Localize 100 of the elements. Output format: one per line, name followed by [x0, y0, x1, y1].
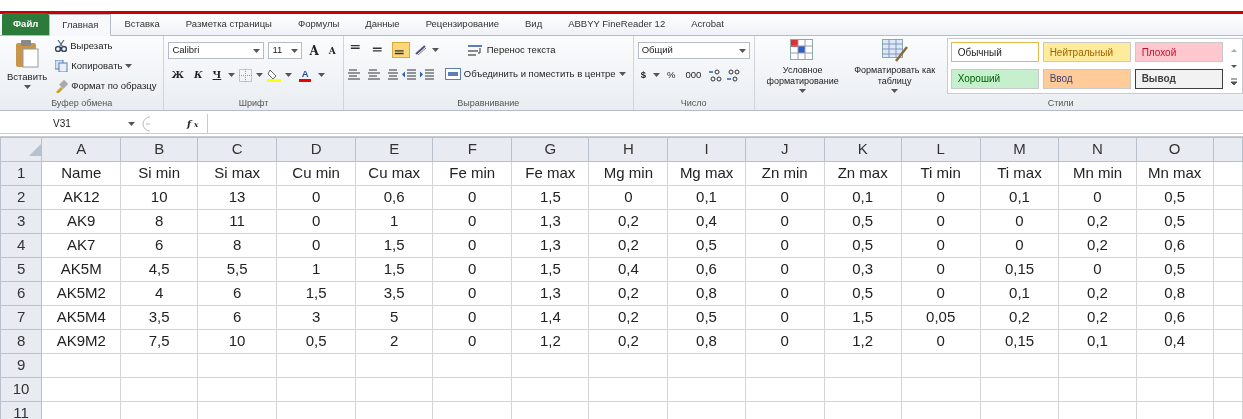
column-header[interactable]: C	[197, 137, 277, 161]
column-header[interactable]: J	[745, 137, 825, 161]
increase-indent-icon[interactable]	[419, 68, 434, 80]
cell-style-button[interactable]: Вывод	[1134, 68, 1223, 89]
font-size-field[interactable]: 11	[268, 42, 303, 59]
row-header[interactable]: 7	[0, 305, 42, 329]
ribbon-tab[interactable]: ABBYY FineReader 12	[555, 13, 679, 35]
conditional-formatting-button[interactable]: Условное форматирование	[758, 38, 847, 96]
row-header[interactable]: 10	[0, 377, 42, 401]
align-left-icon[interactable]	[347, 68, 362, 80]
shrink-font-button[interactable]: A	[325, 42, 339, 59]
dropdown-caret-icon[interactable]	[128, 121, 135, 126]
format-as-table-button[interactable]: Форматировать как таблицу	[850, 38, 939, 96]
cell-style-button[interactable]: Нейтральный	[1042, 42, 1131, 62]
dropdown-caret-icon[interactable]	[799, 89, 807, 93]
ribbon-tab[interactable]: Файл	[2, 13, 50, 35]
table-cell: 0,1	[980, 185, 1059, 209]
cell-style-button[interactable]: Ввод	[1042, 68, 1131, 89]
dropdown-caret-icon[interactable]	[125, 64, 133, 68]
grow-font-button[interactable]: A	[306, 42, 322, 59]
font-color-button[interactable]: A	[296, 67, 315, 83]
wrap-text-icon	[467, 43, 484, 57]
row-header[interactable]: 3	[0, 209, 42, 233]
column-header[interactable]: F	[432, 137, 512, 161]
dropdown-caret-icon[interactable]	[285, 73, 293, 77]
dropdown-caret-icon[interactable]	[291, 48, 299, 53]
bold-button[interactable]: Ж	[168, 67, 187, 83]
table-cell: Fe min	[432, 161, 512, 185]
align-center-icon[interactable]	[365, 68, 380, 80]
ribbon-tab[interactable]: Формулы	[284, 13, 353, 35]
row-header[interactable]: 2	[0, 185, 42, 209]
underline-button[interactable]: Ч	[209, 67, 225, 83]
copy-button[interactable]: Копировать	[52, 58, 160, 74]
table-cell: 1,3	[511, 233, 589, 257]
dropdown-caret-icon[interactable]	[891, 89, 899, 93]
dropdown-caret-icon[interactable]	[652, 73, 660, 77]
table-cell: 1,3	[511, 209, 589, 233]
dropdown-caret-icon[interactable]	[253, 48, 261, 53]
ribbon-tab[interactable]: Acrobat	[678, 13, 737, 35]
dropdown-caret-icon[interactable]	[318, 73, 326, 77]
dropdown-caret-icon[interactable]	[23, 85, 31, 89]
dropdown-caret-icon[interactable]	[256, 73, 264, 77]
column-header[interactable]: I	[667, 137, 746, 161]
decrease-indent-icon[interactable]	[401, 68, 416, 80]
dropdown-caret-icon[interactable]	[228, 73, 236, 77]
fill-color-icon[interactable]	[267, 68, 282, 82]
table-cell: 10	[197, 329, 277, 353]
ribbon-tab[interactable]: Данные	[352, 13, 413, 35]
table-cell: 0,4	[667, 209, 746, 233]
number-format-field[interactable]: Общий	[637, 42, 750, 59]
column-header[interactable]: G	[511, 137, 589, 161]
column-header[interactable]: K	[824, 137, 902, 161]
percent-button[interactable]: %	[663, 67, 679, 83]
column-header[interactable]: E	[355, 137, 433, 161]
dropdown-caret-icon[interactable]	[738, 48, 746, 53]
ribbon-tab[interactable]: Разметка страницы	[172, 13, 285, 35]
row-header[interactable]: 6	[0, 281, 42, 305]
ribbon-tab[interactable]: Вставка	[111, 13, 173, 35]
dropdown-caret-icon[interactable]	[431, 48, 439, 52]
italic-button[interactable]: К	[190, 67, 206, 83]
column-header[interactable]: L	[901, 137, 981, 161]
text-orientation-icon[interactable]	[413, 44, 428, 56]
thousands-button[interactable]: 000	[682, 67, 705, 83]
currency-button[interactable]: $	[637, 67, 649, 83]
column-header[interactable]: M	[980, 137, 1059, 161]
cut-button[interactable]: Вырезать	[52, 38, 160, 54]
ribbon-tab[interactable]: Рецензирование	[412, 13, 512, 35]
row-header[interactable]: 9	[0, 353, 42, 377]
column-header[interactable]: B	[120, 137, 198, 161]
cell-style-button[interactable]: Хороший	[950, 68, 1039, 89]
merge-center-button[interactable]: Объединить и поместить в центре	[441, 66, 629, 82]
cell-style-button[interactable]: Обычный	[950, 42, 1039, 62]
table-cell: AK9M2	[41, 329, 121, 353]
row-header[interactable]: 4	[0, 233, 42, 257]
row-header[interactable]: 5	[0, 257, 42, 281]
row-header[interactable]: 1	[0, 161, 42, 185]
ribbon-tab[interactable]: Главная	[49, 14, 112, 36]
wrap-text-button[interactable]: Перенос текста	[464, 42, 559, 58]
column-header[interactable]: O	[1136, 137, 1214, 161]
font-name-field[interactable]: Calibri	[168, 42, 265, 59]
paste-button[interactable]: Вставить	[4, 38, 51, 96]
cell-style-button[interactable]: Плохой	[1134, 42, 1223, 62]
column-header[interactable]: A	[41, 137, 121, 161]
row-header[interactable]: 8	[0, 329, 42, 353]
table-cell: 0	[745, 305, 825, 329]
table-cell: 8	[197, 233, 277, 257]
insert-function-button[interactable]: f$_{x}$	[184, 115, 202, 132]
dropdown-caret-icon[interactable]	[618, 72, 626, 76]
column-header[interactable]: H	[588, 137, 668, 161]
ribbon-tab[interactable]: Вид	[512, 13, 556, 35]
column-header[interactable]: N	[1058, 137, 1137, 161]
table-cell: 0	[432, 209, 512, 233]
corner-triangle-icon	[29, 144, 42, 157]
decrease-decimal-icon[interactable]	[726, 68, 741, 82]
table-cell: 0,2	[588, 209, 668, 233]
format-painter-button[interactable]: Формат по образцу	[52, 78, 160, 94]
column-header[interactable]: D	[276, 137, 356, 161]
increase-decimal-icon[interactable]	[708, 68, 723, 82]
table-cell: Cu max	[355, 161, 433, 185]
align-bottom-icon[interactable]	[391, 42, 410, 58]
